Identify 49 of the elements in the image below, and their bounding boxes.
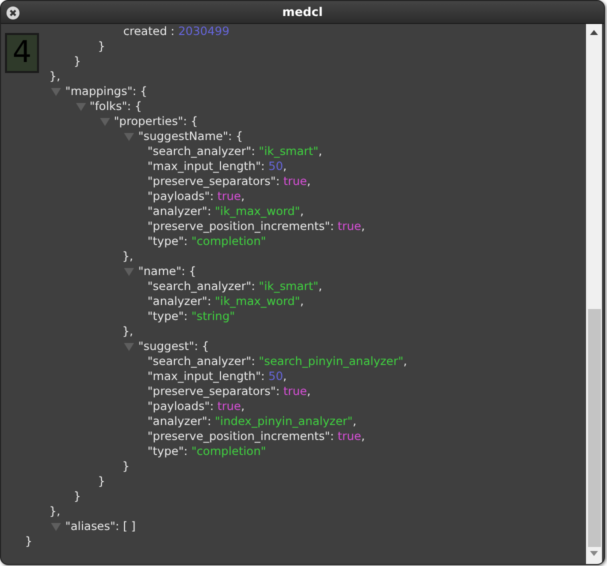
code-line: "preserve_separators": true, [148, 174, 311, 189]
code-line: }, [122, 324, 134, 339]
code-line: "max_input_length": 50, [148, 369, 287, 384]
expand-triangle-icon[interactable] [51, 88, 62, 96]
code-line: "search_analyzer": "ik_smart", [148, 279, 322, 294]
expand-triangle-icon[interactable] [124, 342, 134, 350]
code-line: "suggest": { [138, 339, 210, 354]
code-line: "search_analyzer": "search_pinyin_analyzer", [148, 354, 408, 369]
expand-triangle-icon[interactable] [51, 522, 62, 530]
code-line: }, [49, 504, 60, 519]
code-line: "mappings": { [65, 84, 148, 99]
code-line: "analyzer": "ik_max_word", [148, 204, 304, 219]
number-badge: 4 [5, 33, 39, 73]
expand-triangle-icon[interactable] [124, 268, 134, 276]
expand-triangle-icon[interactable] [76, 102, 86, 110]
code-line: "preserve_position_increments": true, [148, 219, 365, 234]
scroll-up-icon[interactable] [590, 30, 598, 35]
code-line: "properties": { [114, 114, 198, 129]
expand-triangle-icon[interactable] [124, 132, 134, 140]
code-line: "type": "completion" [148, 234, 266, 249]
close-icon[interactable] [6, 6, 20, 20]
code-line: "folks": { [90, 99, 142, 114]
code-line: "preserve_separators": true, [148, 384, 311, 399]
code-line: "max_input_length": 50, [148, 159, 287, 174]
code-line: "aliases": [ ] [65, 519, 136, 534]
code-line: }, [49, 69, 60, 84]
code-line: } [98, 474, 106, 489]
code-line: created : 2030499 [123, 24, 230, 39]
code-line: } [74, 54, 81, 69]
code-line: } [74, 489, 81, 504]
code-line: } [98, 39, 106, 54]
code-line: "type": "completion" [148, 444, 266, 459]
code-line: "payloads": true, [148, 399, 245, 414]
window-title: medcl [282, 5, 323, 19]
scrollbar[interactable] [586, 24, 602, 564]
code-line: } [122, 459, 130, 474]
code-line: }, [122, 249, 134, 264]
code-line: "search_analyzer": "ik_smart", [148, 144, 322, 159]
code-line: "type": "string" [148, 309, 235, 324]
code-line: "payloads": true, [148, 189, 245, 204]
scroll-down-icon[interactable] [590, 551, 598, 556]
code-line: } [25, 534, 32, 549]
code-line: "name": { [138, 264, 196, 279]
code-line: "suggestName": { [138, 129, 244, 144]
code-line: "analyzer": "index_pinyin_analyzer", [148, 414, 356, 429]
expand-triangle-icon[interactable] [100, 118, 110, 126]
code-line: "preserve_position_increments": true, [148, 429, 365, 444]
scrollbar-thumb[interactable] [588, 309, 600, 547]
code-line: "analyzer": "ik_max_word", [148, 294, 304, 309]
